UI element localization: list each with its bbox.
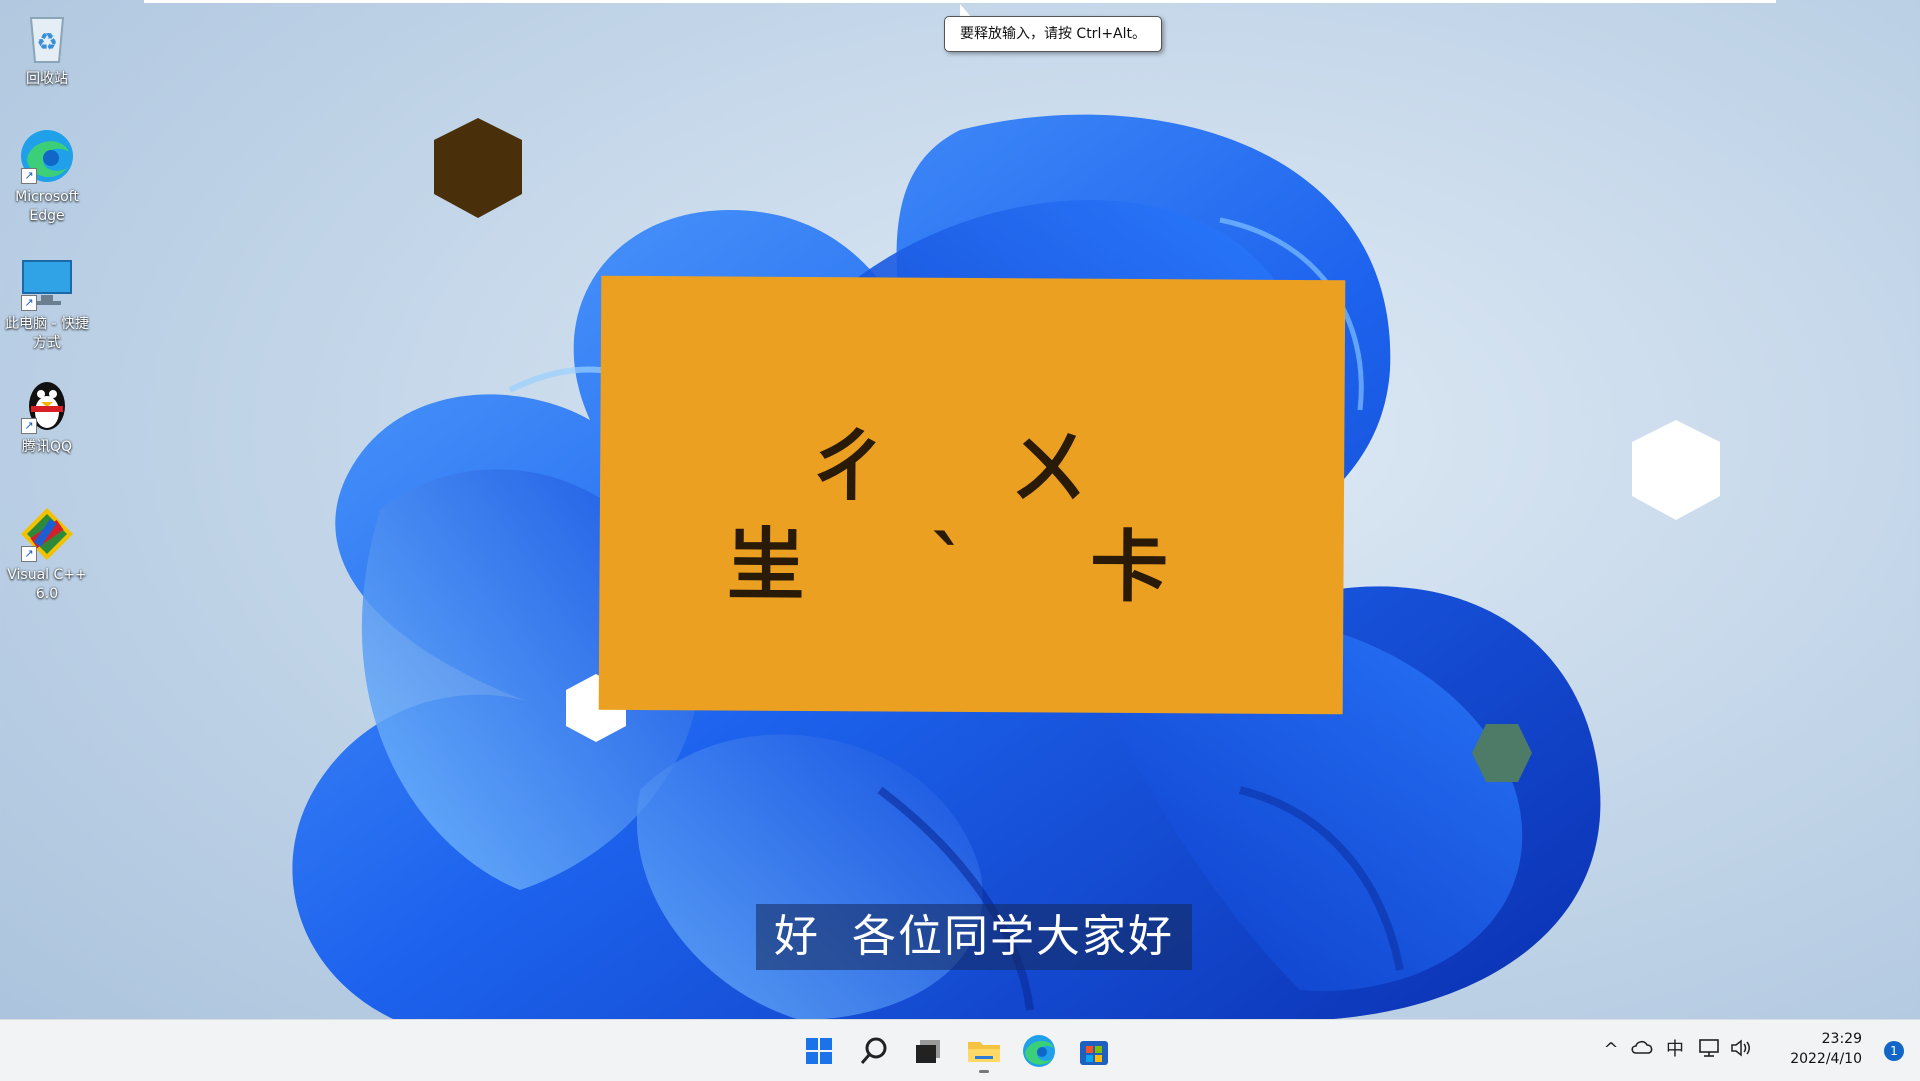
search-icon	[860, 1037, 887, 1064]
desktop-icon-label: 回收站	[26, 71, 68, 87]
desktop-icon-label: Microsoft Edge	[15, 189, 79, 224]
shortcut-arrow-icon: ↗	[21, 168, 37, 184]
svg-text:♻: ♻	[36, 28, 58, 56]
video-subtitle: 好 各位同学大家好	[756, 904, 1192, 970]
shortcut-arrow-icon: ↗	[21, 295, 37, 311]
desktop-icon-this-pc[interactable]: ↗ 此电脑 - 快捷 方式	[0, 253, 94, 353]
system-tray: ^ 中 23:29 2022/4/10 1	[1600, 1020, 1920, 1081]
edge-icon	[1023, 1035, 1055, 1067]
edge-icon: ↗	[17, 126, 77, 186]
window-top-border	[144, 0, 1776, 3]
start-icon	[806, 1038, 832, 1064]
search-button[interactable]	[853, 1030, 895, 1072]
network-icon	[1699, 1039, 1719, 1057]
input-method-label: 中	[1666, 1039, 1684, 1060]
onedrive-button[interactable]	[1628, 1038, 1656, 1063]
file-explorer-icon	[968, 1042, 1000, 1062]
notification-badge[interactable]: 1	[1884, 1041, 1904, 1061]
running-indicator	[979, 1070, 989, 1073]
shortcut-arrow-icon: ↗	[21, 418, 37, 434]
speaker-icon	[1731, 1039, 1750, 1057]
white-hexagon-shape	[1632, 420, 1720, 520]
desktop: ♻ 回收站 ↗ Microsoft Edge ↗ 此电脑 - 快捷 方式 ↗ 腾…	[0, 0, 1920, 1019]
visual-cpp-icon: ↗	[17, 504, 77, 564]
store-button[interactable]	[1073, 1030, 1115, 1072]
volume-button[interactable]	[1728, 1038, 1754, 1065]
recycle-bin-icon: ♻	[17, 8, 77, 68]
input-method-button[interactable]: 中	[1662, 1038, 1688, 1062]
green-hexagon-shape	[1472, 724, 1532, 782]
chevron-up-icon: ^	[1603, 1039, 1619, 1060]
shortcut-arrow-icon: ↗	[21, 546, 37, 562]
desktop-icon-label: 腾讯QQ	[21, 439, 73, 455]
qq-penguin-icon: ↗	[17, 376, 77, 436]
computer-icon: ↗	[17, 253, 77, 313]
desktop-icon-label: 此电脑 - 快捷 方式	[5, 316, 89, 351]
taskbar: ^ 中 23:29 2022/4/10 1	[0, 1019, 1920, 1081]
show-hidden-icons-button[interactable]: ^	[1600, 1038, 1622, 1062]
desktop-icon-qq[interactable]: ↗ 腾讯QQ	[0, 376, 94, 457]
release-input-tooltip: 要释放输入，请按 Ctrl+Alt。	[944, 16, 1162, 52]
network-button[interactable]	[1696, 1038, 1722, 1065]
desktop-icon-label: Visual C++ 6.0	[7, 567, 87, 602]
task-view-button[interactable]	[908, 1030, 950, 1072]
clock-date: 2022/4/10	[1790, 1051, 1862, 1067]
clock-time: 23:29	[1821, 1031, 1862, 1047]
title-card-line-2: 㞷 ˋ 卡	[726, 519, 1217, 614]
start-button[interactable]	[798, 1030, 840, 1072]
desktop-icon-recycle-bin[interactable]: ♻ 回收站	[0, 8, 94, 89]
file-explorer-button[interactable]	[963, 1030, 1005, 1073]
store-icon	[1080, 1041, 1108, 1065]
title-card: ㄔ ㄨ 㞷 ˋ 卡	[598, 275, 1346, 715]
cloud-icon	[1631, 1040, 1653, 1054]
task-view-icon	[916, 1040, 940, 1063]
dark-hexagon-shape	[434, 118, 522, 218]
desktop-icon-visual-cpp[interactable]: ↗ Visual C++ 6.0	[0, 504, 94, 604]
desktop-icon-edge[interactable]: ↗ Microsoft Edge	[0, 126, 94, 226]
clock-button[interactable]: 23:29 2022/4/10	[1772, 1029, 1862, 1069]
edge-taskbar-button[interactable]	[1018, 1030, 1060, 1072]
